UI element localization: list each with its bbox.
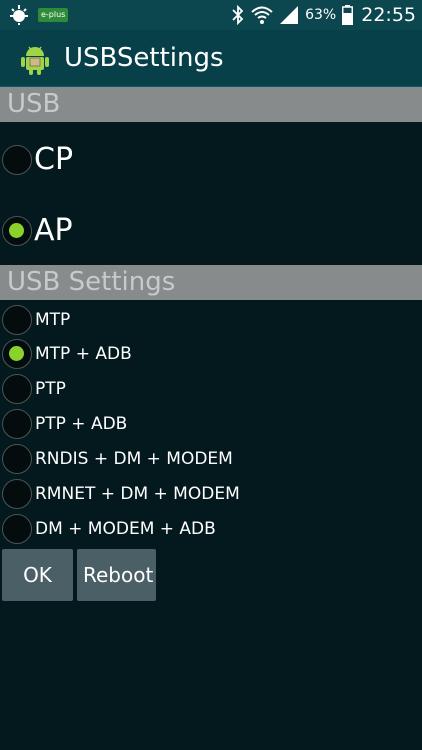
radio-label: RNDIS + DM + MODEM bbox=[35, 449, 233, 469]
app-title: USBSettings bbox=[64, 43, 224, 73]
radio-label: PTP + ADB bbox=[35, 414, 128, 434]
radio-option-rndis-dm-modem[interactable]: RNDIS + DM + MODEM bbox=[2, 444, 233, 474]
radio-label: MTP bbox=[35, 310, 71, 330]
carrier-badge: e-plus bbox=[38, 8, 69, 22]
radio-button[interactable] bbox=[2, 479, 32, 509]
radio-option-ap[interactable]: AP bbox=[2, 213, 73, 248]
radio-button[interactable] bbox=[2, 444, 32, 474]
bluetooth-icon bbox=[232, 5, 244, 25]
radio-option-ptp[interactable]: PTP bbox=[2, 374, 66, 404]
radio-button[interactable] bbox=[2, 374, 32, 404]
battery-percent: 63% bbox=[305, 7, 337, 23]
radio-button-checked[interactable] bbox=[2, 339, 32, 369]
status-bar: e-plus 63% 22:55 bbox=[0, 0, 422, 30]
radio-button[interactable] bbox=[2, 144, 32, 175]
radio-option-mtp-adb[interactable]: MTP + ADB bbox=[2, 339, 132, 369]
radio-option-mtp[interactable]: MTP bbox=[2, 305, 70, 335]
battery-icon bbox=[342, 5, 354, 25]
radio-label: MTP + ADB bbox=[35, 344, 132, 364]
signal-icon bbox=[280, 6, 299, 24]
status-clock: 22:55 bbox=[361, 4, 416, 26]
reboot-button[interactable]: Reboot bbox=[77, 549, 156, 601]
radio-option-dm-modem-adb[interactable]: DM + MODEM + ADB bbox=[2, 514, 216, 544]
radio-option-cp[interactable]: CP bbox=[2, 142, 73, 177]
radio-button[interactable] bbox=[2, 514, 32, 544]
radio-label: AP bbox=[34, 213, 73, 248]
ok-button[interactable]: OK bbox=[2, 549, 73, 601]
status-bar-right: 63% 22:55 bbox=[231, 0, 416, 30]
radio-button-checked[interactable] bbox=[2, 215, 32, 246]
wifi-icon bbox=[251, 6, 273, 24]
usb-settings-section-header: USB Settings bbox=[0, 265, 422, 300]
radio-label: PTP bbox=[35, 379, 66, 399]
usb-section-header: USB bbox=[0, 87, 422, 122]
radio-option-ptp-adb[interactable]: PTP + ADB bbox=[2, 409, 127, 439]
notification-icon bbox=[10, 5, 28, 25]
radio-button[interactable] bbox=[2, 409, 32, 439]
radio-label: RMNET + DM + MODEM bbox=[35, 484, 240, 504]
radio-option-rmnet-dm-modem[interactable]: RMNET + DM + MODEM bbox=[2, 479, 240, 509]
radio-button[interactable] bbox=[2, 305, 32, 335]
status-bar-left: e-plus bbox=[8, 4, 69, 26]
radio-label: DM + MODEM + ADB bbox=[35, 519, 216, 539]
action-bar: USBSettings bbox=[0, 30, 422, 88]
radio-label: CP bbox=[34, 142, 74, 177]
android-icon bbox=[21, 46, 49, 75]
